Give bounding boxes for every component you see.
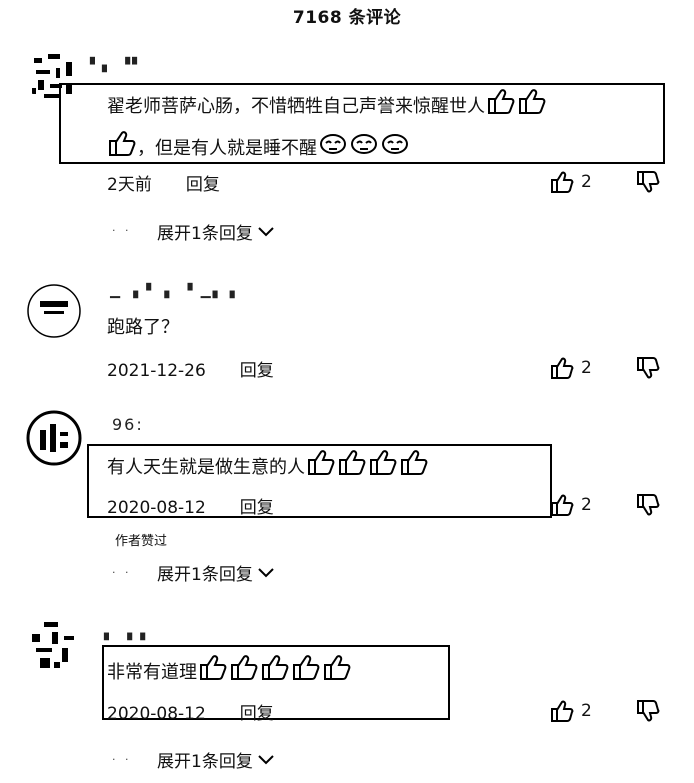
comment-text-line1: 有人天生就是做生意的人 — [107, 457, 305, 478]
chevron-down-icon — [258, 567, 274, 577]
dislike-button[interactable] — [636, 170, 660, 198]
thumbs-down-icon — [637, 494, 660, 516]
comment-time: 2020-08-12 — [107, 498, 206, 518]
thumbs-up-emoji — [517, 86, 547, 128]
divider-dots: · · — [112, 224, 132, 237]
expand-replies-label: 展开1条回复 — [157, 565, 253, 585]
like-button[interactable]: 2 — [550, 170, 592, 194]
comment-meta: 2021-12-26 回复 — [107, 356, 274, 381]
thumbs-up-emoji — [337, 447, 367, 489]
thumbs-down-icon — [637, 700, 660, 722]
reply-button[interactable]: 回复 — [240, 361, 274, 381]
chevron-down-icon — [258, 754, 274, 764]
thumbs-up-emoji — [229, 652, 259, 694]
thumbs-up-emoji — [322, 652, 352, 694]
chevron-down-icon — [258, 226, 274, 236]
comment-text: 翟老师菩萨心肠，不惜牺牲自己声誉来惊醒世人 ，但是有人就是睡不醒 — [107, 86, 657, 170]
expand-replies-button[interactable]: 展开1条回复 — [157, 219, 275, 244]
thumbs-up-icon — [551, 494, 574, 516]
like-button[interactable]: 2 — [550, 699, 592, 723]
expand-replies-button[interactable]: 展开1条回复 — [157, 747, 275, 772]
like-count: 2 — [581, 358, 592, 378]
comment-meta: 2020-08-12 回复 — [107, 493, 274, 518]
avatar-image — [26, 410, 82, 466]
reply-button[interactable]: 回复 — [240, 704, 274, 724]
like-count: 2 — [581, 495, 592, 515]
username[interactable]: 96: — [112, 415, 144, 434]
dislike-button[interactable] — [636, 699, 660, 727]
comment-count-title: 7168 条评论 — [292, 8, 402, 28]
dislike-button[interactable] — [636, 356, 660, 384]
thumbs-up-emoji — [306, 447, 336, 489]
thumbs-up-emoji — [198, 652, 228, 694]
thumbs-up-icon — [551, 171, 574, 193]
thumbs-up-emoji — [260, 652, 290, 694]
sleepy-emoji — [318, 130, 348, 168]
comment-text-line1: 翟老师菩萨心肠，不惜牺牲自己声誉来惊醒世人 — [107, 96, 485, 117]
avatar[interactable] — [26, 283, 82, 339]
thumbs-down-icon — [637, 171, 660, 193]
username[interactable]: ▖ ▗ ▖ — [104, 626, 152, 641]
like-count: 2 — [581, 172, 592, 192]
reply-button[interactable]: 回复 — [186, 175, 220, 195]
comment-time: 2021-12-26 — [107, 361, 206, 381]
thumbs-up-emoji — [291, 652, 321, 694]
divider-dots: · · — [112, 566, 132, 579]
reply-button[interactable]: 回复 — [240, 498, 274, 518]
thumbs-up-emoji — [368, 447, 398, 489]
sleepy-emoji — [380, 130, 410, 168]
comment-meta: 2天前 回复 — [107, 170, 220, 195]
comment-text-line1: 非常有道理 — [107, 662, 197, 683]
comment-text: 非常有道理 — [107, 652, 352, 694]
thumbs-up-emoji — [399, 447, 429, 489]
expand-replies-button[interactable]: 展开1条回复 — [157, 560, 275, 585]
comment-time: 2天前 — [107, 175, 152, 195]
comment-text-line2: ，但是有人就是睡不醒 — [137, 138, 317, 159]
thumbs-up-icon — [551, 357, 574, 379]
comment-text: 有人天生就是做生意的人 — [107, 447, 429, 489]
expand-replies-label: 展开1条回复 — [157, 752, 253, 772]
like-button[interactable]: 2 — [550, 356, 592, 380]
sleepy-emoji — [349, 130, 379, 168]
comment-meta: 2020-08-12 回复 — [107, 699, 274, 724]
divider-dots: · · — [112, 753, 132, 766]
like-count: 2 — [581, 701, 592, 721]
avatar[interactable] — [26, 410, 82, 466]
thumbs-up-emoji — [486, 86, 516, 128]
avatar[interactable] — [26, 618, 82, 674]
expand-replies-label: 展开1条回复 — [157, 224, 253, 244]
thumbs-up-emoji — [107, 128, 137, 170]
comment-time: 2020-08-12 — [107, 704, 206, 724]
author-liked-tag: 作者赞过 — [115, 534, 168, 549]
avatar-image — [27, 284, 81, 338]
username[interactable]: ▘▖ ▝▘ — [90, 58, 144, 73]
thumbs-up-icon — [551, 700, 574, 722]
thumbs-down-icon — [637, 357, 660, 379]
username[interactable]: ▁ ▗ ▘ ▖ ▝ ▁▖▗ — [110, 284, 237, 299]
dislike-button[interactable] — [636, 493, 660, 521]
avatar-image — [26, 618, 82, 674]
comment-text: 跑路了？ — [107, 317, 179, 338]
like-button[interactable]: 2 — [550, 493, 592, 517]
